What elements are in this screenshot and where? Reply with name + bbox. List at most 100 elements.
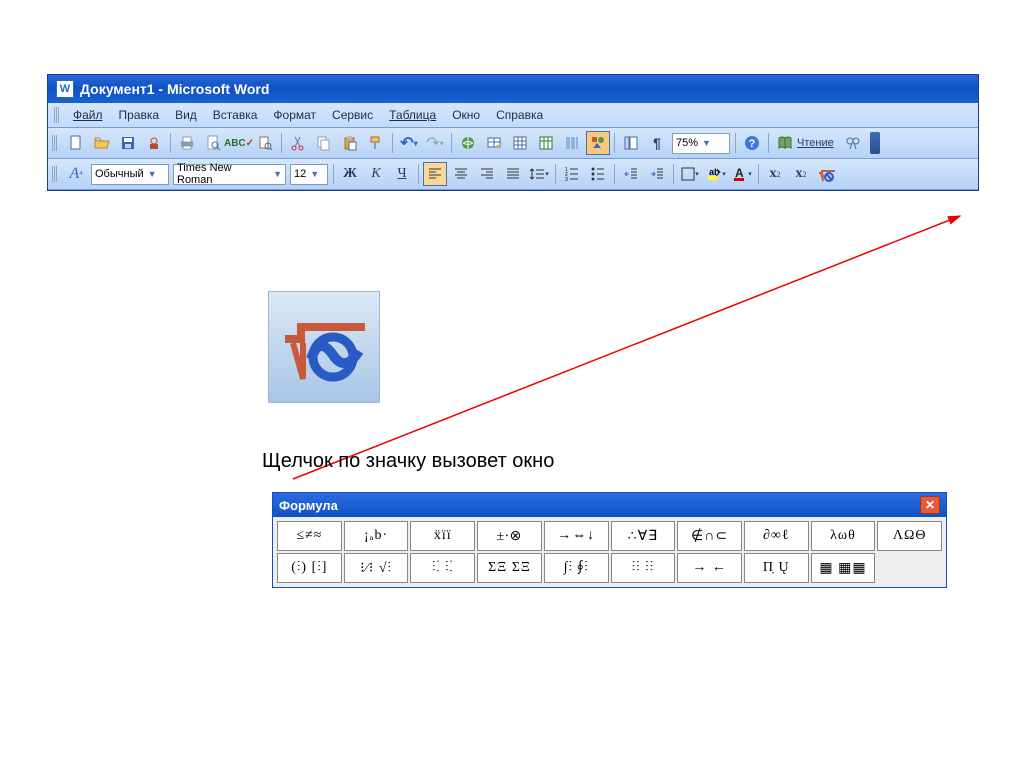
undo-icon[interactable]: ↶▾ bbox=[397, 131, 421, 155]
separator bbox=[451, 133, 452, 153]
window-title: Документ1 - Microsoft Word bbox=[80, 81, 269, 97]
logical-symbols-icon[interactable]: ∴∀∃ bbox=[611, 521, 676, 551]
align-justify-icon[interactable] bbox=[501, 162, 525, 186]
matrix-templates-icon[interactable]: ▦ ▦▦ bbox=[811, 553, 876, 583]
find-icon[interactable] bbox=[841, 131, 865, 155]
arrow-symbols-icon[interactable]: →⇔↓ bbox=[544, 521, 609, 551]
read-mode-button[interactable]: Чтение bbox=[772, 131, 840, 155]
separator bbox=[392, 133, 393, 153]
formula-window-title: Формула bbox=[279, 498, 338, 513]
toolbar-grip[interactable] bbox=[52, 135, 57, 151]
underline-icon[interactable]: Ч bbox=[390, 162, 414, 186]
dropdown-icon: ▼ bbox=[148, 169, 157, 179]
columns-icon[interactable] bbox=[560, 131, 584, 155]
style-combo[interactable]: Обычный ▼ bbox=[91, 164, 169, 185]
misc-symbols-icon[interactable]: ∂∞ℓ bbox=[744, 521, 809, 551]
greek-uppercase-icon[interactable]: ΛΩΘ bbox=[877, 521, 942, 551]
separator bbox=[614, 133, 615, 153]
svg-text:ab: ab bbox=[709, 167, 720, 177]
align-right-icon[interactable] bbox=[475, 162, 499, 186]
embellishments-icon[interactable]: ẍïï bbox=[410, 521, 475, 551]
drawing-icon[interactable] bbox=[586, 131, 610, 155]
menu-help[interactable]: Справка bbox=[488, 106, 551, 124]
menu-edit[interactable]: Правка bbox=[111, 106, 168, 124]
equation-editor-icon[interactable] bbox=[815, 162, 839, 186]
font-color-icon[interactable]: A▾ bbox=[730, 162, 754, 186]
research-icon[interactable] bbox=[253, 131, 277, 155]
align-center-icon[interactable] bbox=[449, 162, 473, 186]
menu-table[interactable]: Таблица bbox=[381, 106, 444, 124]
summation-icon[interactable]: ΣΞ ΣΞ bbox=[477, 553, 542, 583]
menu-tools[interactable]: Сервис bbox=[324, 106, 381, 124]
format-painter-icon[interactable] bbox=[364, 131, 388, 155]
integral-icon[interactable]: ∫⫶ ∮⫶ bbox=[544, 553, 609, 583]
bold-icon[interactable]: Ж bbox=[338, 162, 362, 186]
menu-window[interactable]: Окно bbox=[444, 106, 488, 124]
menu-view[interactable]: Вид bbox=[167, 106, 205, 124]
tables-borders-icon[interactable] bbox=[482, 131, 506, 155]
toolbar-grip[interactable] bbox=[54, 107, 59, 123]
paste-icon[interactable] bbox=[338, 131, 362, 155]
separator bbox=[333, 164, 334, 184]
zoom-combo[interactable]: 75% ▼ bbox=[672, 133, 730, 154]
separator bbox=[281, 133, 282, 153]
style-value: Обычный bbox=[95, 168, 144, 180]
menu-format[interactable]: Формат bbox=[265, 106, 324, 124]
products-icon[interactable]: Π̣ Ų bbox=[744, 553, 809, 583]
subscript-icon[interactable]: x2 bbox=[789, 162, 813, 186]
line-spacing-icon[interactable]: ▾ bbox=[527, 162, 551, 186]
document-map-icon[interactable] bbox=[619, 131, 643, 155]
formula-row-1: ≤≠≈ ¡ₐb· ẍïï ±∙⊗ →⇔↓ ∴∀∃ ∉∩⊂ ∂∞ℓ λωθ ΛΩΘ bbox=[276, 520, 943, 552]
print-preview-icon[interactable] bbox=[201, 131, 225, 155]
styles-pane-icon[interactable]: A⁴ bbox=[64, 162, 88, 186]
bulleted-list-icon[interactable] bbox=[586, 162, 610, 186]
toolbar-grip[interactable] bbox=[52, 166, 57, 182]
font-combo[interactable]: Times New Roman ▼ bbox=[173, 164, 286, 185]
borders-icon[interactable]: ▾ bbox=[678, 162, 702, 186]
cut-icon[interactable] bbox=[286, 131, 310, 155]
relational-symbols-icon[interactable]: ≤≠≈ bbox=[277, 521, 342, 551]
font-size-combo[interactable]: 12 ▼ bbox=[290, 164, 328, 185]
fence-templates-icon[interactable]: (⫶) [⫶] bbox=[277, 553, 342, 583]
greek-lowercase-icon[interactable]: λωθ bbox=[811, 521, 876, 551]
toolbar-options[interactable] bbox=[870, 132, 880, 154]
superscript-icon[interactable]: x2 bbox=[763, 162, 787, 186]
separator bbox=[673, 164, 674, 184]
align-left-icon[interactable] bbox=[423, 162, 447, 186]
svg-text:3: 3 bbox=[565, 177, 568, 181]
operator-symbols-icon[interactable]: ±∙⊗ bbox=[477, 521, 542, 551]
fraction-radical-icon[interactable]: ⁝⁄⁝ √⫶ bbox=[344, 553, 409, 583]
save-icon[interactable] bbox=[116, 131, 140, 155]
word-window: W Документ1 - Microsoft Word Файл Правка… bbox=[47, 74, 979, 191]
redo-icon[interactable]: ↷▾ bbox=[423, 131, 447, 155]
labeled-arrow-icon[interactable]: → ← bbox=[677, 553, 742, 583]
set-theory-icon[interactable]: ∉∩⊂ bbox=[677, 521, 742, 551]
separator bbox=[555, 164, 556, 184]
title-bar: W Документ1 - Microsoft Word bbox=[48, 75, 978, 103]
show-codes-icon[interactable]: ¶ bbox=[645, 131, 669, 155]
help-icon[interactable]: ? bbox=[740, 131, 764, 155]
underbar-overbar-icon[interactable]: ⫶⫶ ⫶⫶ bbox=[611, 553, 676, 583]
increase-indent-icon[interactable] bbox=[645, 162, 669, 186]
copy-icon[interactable] bbox=[312, 131, 336, 155]
numbered-list-icon[interactable]: 123 bbox=[560, 162, 584, 186]
highlight-icon[interactable]: ab▾ bbox=[704, 162, 728, 186]
menu-insert[interactable]: Вставка bbox=[205, 106, 266, 124]
new-doc-icon[interactable] bbox=[64, 131, 88, 155]
italic-icon[interactable]: К bbox=[364, 162, 388, 186]
insert-table-icon[interactable] bbox=[508, 131, 532, 155]
dropdown-icon: ▼ bbox=[273, 169, 282, 179]
open-icon[interactable] bbox=[90, 131, 114, 155]
print-icon[interactable] bbox=[175, 131, 199, 155]
subscript-superscript-icon[interactable]: ⫶⁚ ⫶⁚ bbox=[410, 553, 475, 583]
spelling-icon[interactable]: ABC✓ bbox=[227, 131, 251, 155]
dropdown-icon: ▼ bbox=[310, 169, 319, 179]
insert-excel-icon[interactable] bbox=[534, 131, 558, 155]
spaces-ellipses-icon[interactable]: ¡ₐb· bbox=[344, 521, 409, 551]
hyperlink-icon[interactable] bbox=[456, 131, 480, 155]
permission-icon[interactable] bbox=[142, 131, 166, 155]
close-icon[interactable]: ✕ bbox=[920, 496, 940, 514]
decrease-indent-icon[interactable] bbox=[619, 162, 643, 186]
menu-file[interactable]: Файл bbox=[65, 106, 111, 124]
menu-bar: Файл Правка Вид Вставка Формат Сервис Та… bbox=[48, 103, 978, 128]
